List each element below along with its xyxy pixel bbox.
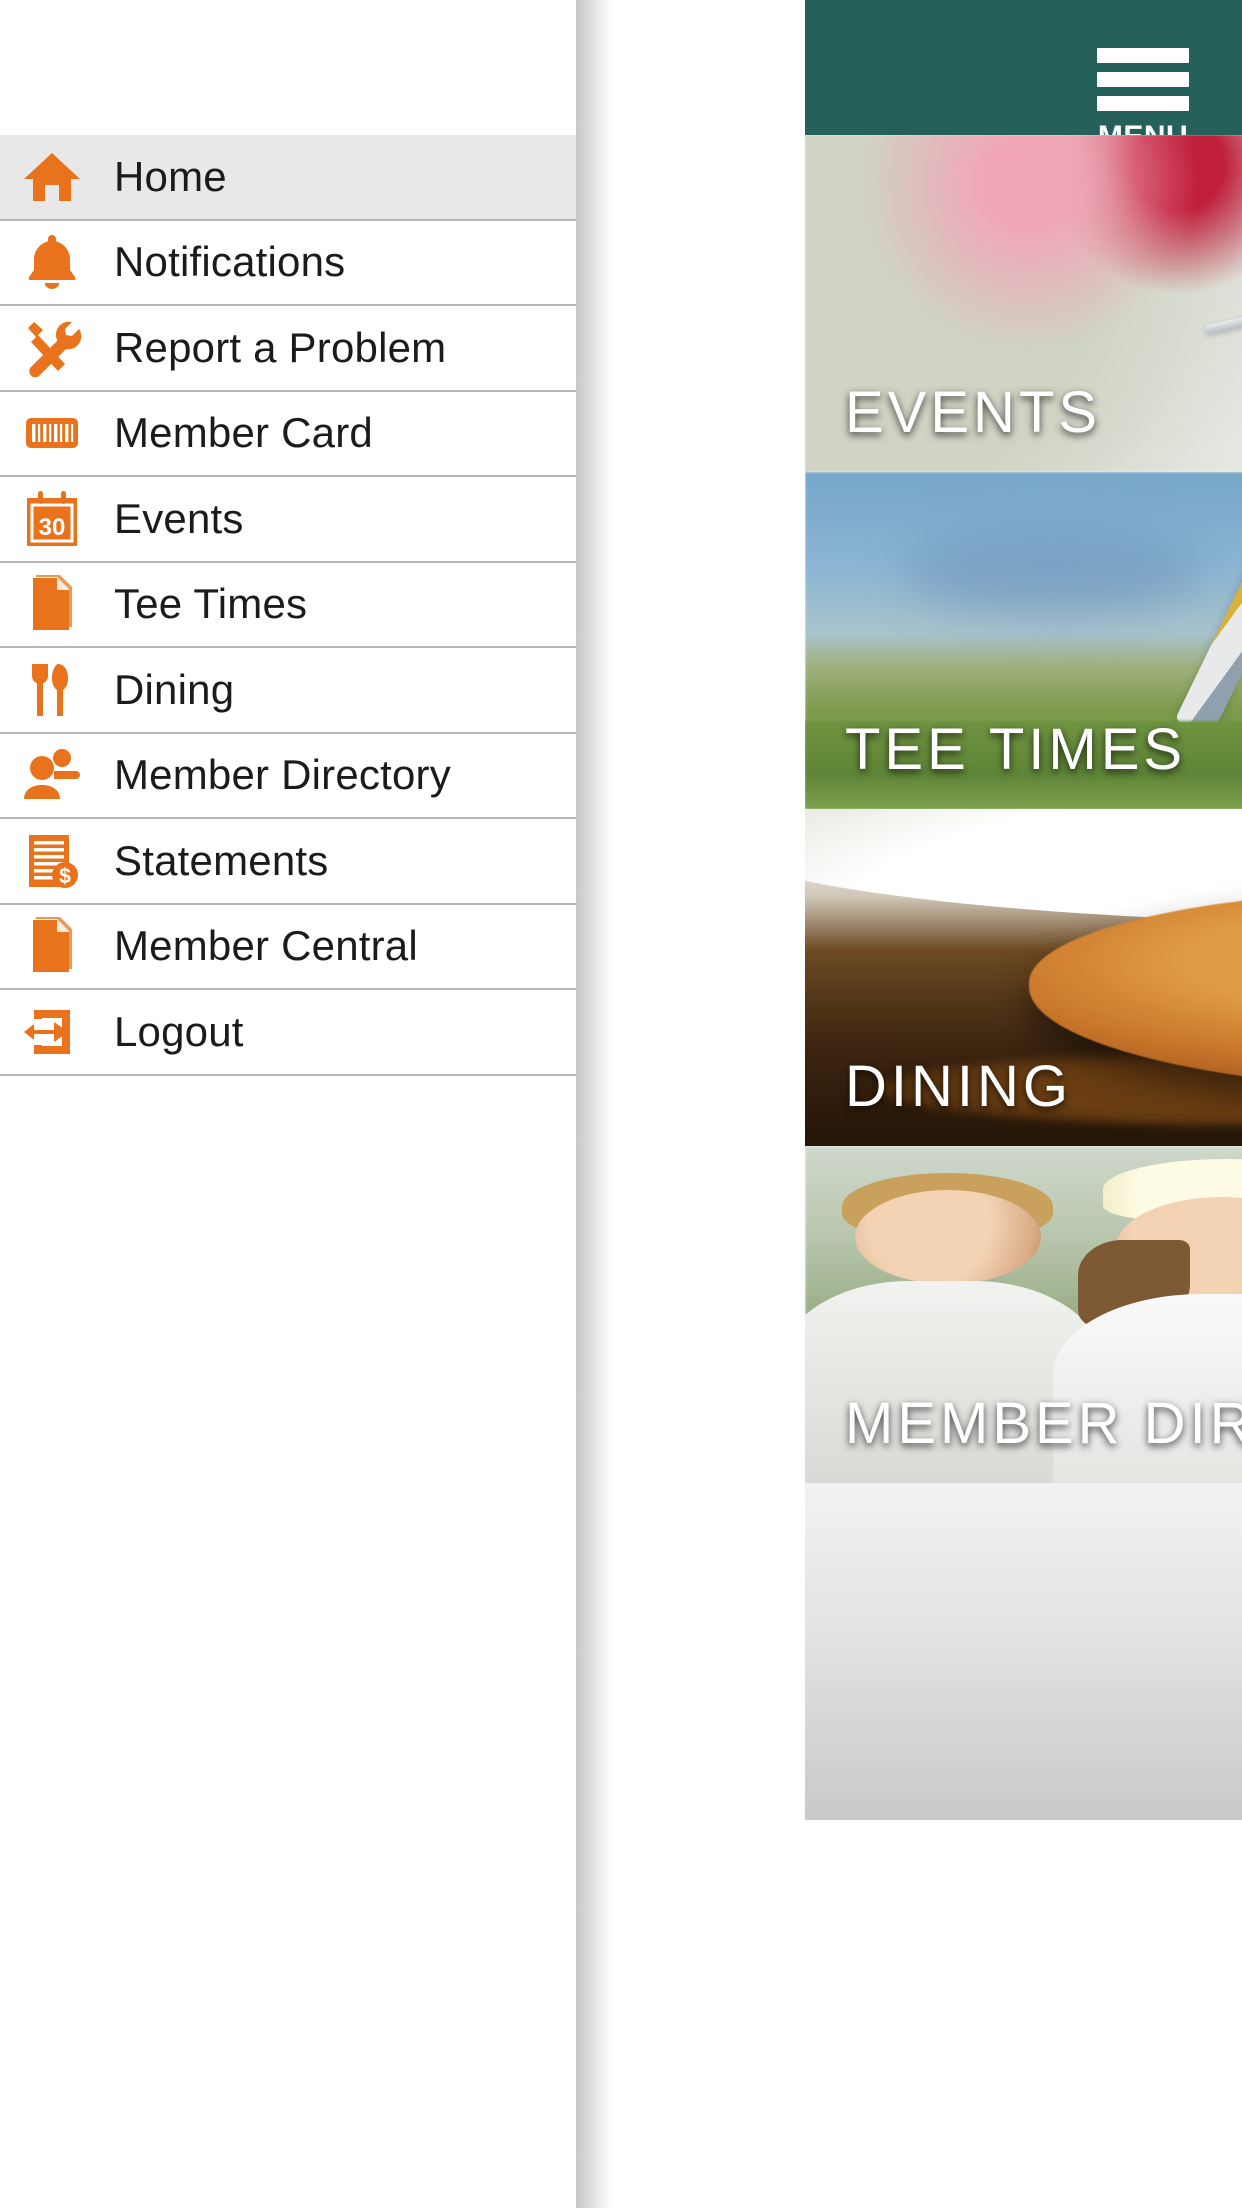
hamburger-menu-icon: [1097, 96, 1189, 111]
sidebar-item-home[interactable]: Home: [0, 135, 576, 221]
sidebar-item-label: Events: [114, 494, 244, 542]
sidebar-item-label: Member Directory: [114, 751, 451, 799]
sidebar-item-tee-times[interactable]: Tee Times: [0, 562, 576, 648]
tile-dining[interactable]: DINING: [805, 809, 1242, 1146]
invoice-dollar-icon: $: [16, 825, 88, 897]
sidebar-item-label: Report a Problem: [114, 323, 447, 371]
svg-text:30: 30: [39, 514, 66, 541]
partial-tile-photo: [805, 1483, 1242, 1820]
tile-tee-times[interactable]: TEE TIMES: [805, 472, 1242, 809]
main-content-panel: MENU EVENTS: [573, 0, 1242, 2208]
sidebar-item-report-a-problem[interactable]: Report a Problem: [0, 306, 576, 392]
sidebar-item-notifications[interactable]: Notifications: [0, 220, 576, 306]
tile-label: EVENTS: [845, 380, 1102, 445]
svg-text:$: $: [59, 865, 71, 888]
app-viewport: MENU EVENTS: [805, 0, 1242, 2208]
sidebar-item-label: Member Central: [114, 922, 418, 970]
sidebar-item-label: Statements: [114, 836, 329, 884]
sidebar-item-logout[interactable]: Logout: [0, 990, 576, 1076]
bell-icon: [16, 226, 88, 298]
home-icon: [16, 141, 88, 213]
sidebar-item-dining[interactable]: Dining: [0, 648, 576, 734]
drawer-menu-list: Home Notifications Report a Problem Memb…: [0, 135, 576, 1076]
tile-list: EVENTS TEE TIMES DINING MEMBER DIR: [805, 135, 1242, 1820]
tile-label: MEMBER DIRECTORY: [845, 1391, 1242, 1456]
app-root: MENU EVENTS: [0, 0, 1242, 2208]
sidebar-item-member-directory[interactable]: Member Directory: [0, 733, 576, 819]
document-icon: [16, 910, 88, 982]
tile-label: DINING: [845, 1054, 1072, 1119]
sidebar-item-member-central[interactable]: Member Central: [0, 904, 576, 990]
tile-partial[interactable]: [805, 1483, 1242, 1820]
document-icon: [16, 568, 88, 640]
people-icon: [16, 739, 88, 811]
sidebar-item-label: Dining: [114, 665, 235, 713]
status-bar: [805, 0, 1242, 46]
logout-arrow-icon: [16, 996, 88, 1068]
drawer-top-spacer: [0, 0, 576, 135]
hamburger-menu-icon: [1097, 48, 1189, 63]
navigation-drawer: Home Notifications Report a Problem Memb…: [0, 0, 576, 2208]
fork-knife-icon: [16, 654, 88, 726]
sidebar-item-label: Notifications: [114, 238, 346, 286]
app-header: MENU: [805, 0, 1242, 152]
sidebar-item-label: Home: [114, 152, 227, 200]
sidebar-item-label: Tee Times: [114, 580, 308, 628]
hamburger-menu-icon: [1097, 72, 1189, 87]
barcode-icon: [16, 397, 88, 469]
sidebar-item-statements[interactable]: $ Statements: [0, 819, 576, 905]
sidebar-item-label: Logout: [114, 1007, 244, 1055]
tile-events[interactable]: EVENTS: [805, 135, 1242, 472]
tile-member-directory[interactable]: MEMBER DIRECTORY: [805, 1146, 1242, 1483]
calendar-30-icon: 30: [16, 483, 88, 555]
hammer-wrench-icon: [16, 312, 88, 384]
sidebar-item-label: Member Card: [114, 409, 373, 457]
tile-label: TEE TIMES: [845, 717, 1187, 782]
sidebar-item-events[interactable]: 30 Events: [0, 477, 576, 563]
sidebar-item-member-card[interactable]: Member Card: [0, 391, 576, 477]
